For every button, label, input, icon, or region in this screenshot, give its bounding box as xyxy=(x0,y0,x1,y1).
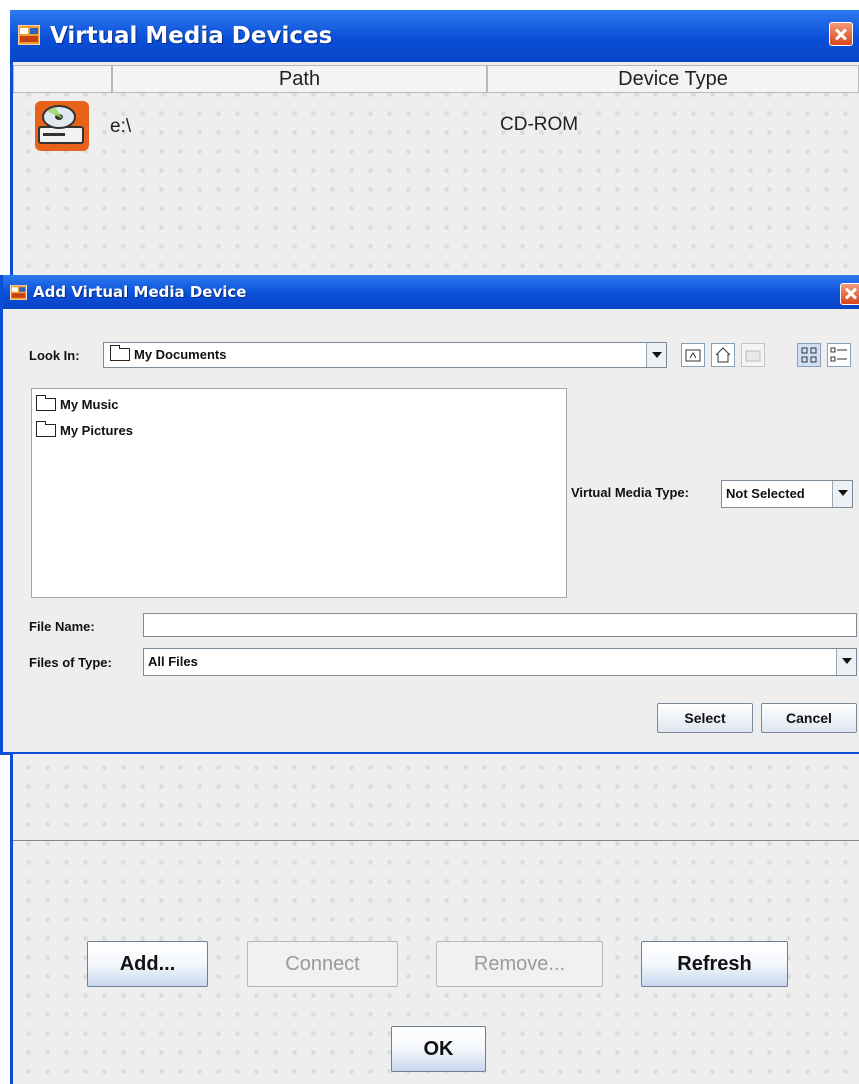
home-icon[interactable] xyxy=(711,343,735,367)
look-in-combo[interactable]: My Documents xyxy=(103,342,667,368)
file-name: My Music xyxy=(60,397,119,412)
virtual-media-type-value: Not Selected xyxy=(726,486,805,501)
add-button[interactable]: Add... xyxy=(87,941,208,987)
files-of-type-combo[interactable]: All Files xyxy=(143,648,857,676)
remove-button-label: Remove... xyxy=(473,953,566,975)
column-header-icon[interactable] xyxy=(13,65,112,93)
add-button-label: Add... xyxy=(119,953,176,975)
add-virtual-media-device-dialog: Add Virtual Media Device Look In: My Doc… xyxy=(0,275,859,755)
refresh-button[interactable]: Refresh xyxy=(641,941,788,987)
file-name-label: File Name: xyxy=(29,619,95,634)
separator xyxy=(13,840,859,841)
list-view-icon[interactable] xyxy=(797,343,821,367)
close-icon[interactable] xyxy=(829,22,853,46)
refresh-button-label: Refresh xyxy=(677,953,752,975)
details-view-icon[interactable] xyxy=(827,343,851,367)
window-title: Virtual Media Devices xyxy=(50,23,333,49)
virtual-media-type-combo[interactable]: Not Selected xyxy=(721,480,853,508)
chevron-down-icon[interactable] xyxy=(836,649,856,675)
device-type-cell: CD-ROM xyxy=(500,114,579,135)
look-in-label: Look In: xyxy=(29,348,80,363)
files-of-type-value: All Files xyxy=(148,654,198,669)
connect-button-label: Connect xyxy=(285,953,360,975)
cd-rom-drive-icon xyxy=(35,101,89,151)
cancel-button[interactable]: Cancel xyxy=(761,703,857,733)
chevron-down-icon[interactable] xyxy=(646,343,666,367)
folder-icon xyxy=(36,395,56,411)
dialog-titlebar[interactable]: Add Virtual Media Device xyxy=(3,275,859,309)
virtual-media-type-label: Virtual Media Type: xyxy=(571,485,689,500)
look-in-value: My Documents xyxy=(134,347,227,362)
up-one-level-icon[interactable] xyxy=(681,343,705,367)
file-name-field[interactable] xyxy=(143,613,857,637)
app-icon xyxy=(18,25,40,45)
folder-icon xyxy=(36,421,56,437)
path-cell: e:\ xyxy=(110,116,132,137)
device-table: Path Device Type e:\ CD-ROM xyxy=(13,62,859,288)
files-of-type-label: Files of Type: xyxy=(29,655,112,670)
connect-button[interactable]: Connect xyxy=(247,941,398,987)
select-button[interactable]: Select xyxy=(657,703,753,733)
ok-button-label: OK xyxy=(423,1038,454,1060)
chevron-down-icon[interactable] xyxy=(832,481,852,507)
main-titlebar[interactable]: Virtual Media Devices xyxy=(10,10,859,62)
dialog-title: Add Virtual Media Device xyxy=(33,283,247,301)
column-header-device-type[interactable]: Device Type xyxy=(487,65,859,93)
close-icon[interactable] xyxy=(840,283,859,305)
file-name: My Pictures xyxy=(60,423,133,438)
new-folder-icon[interactable] xyxy=(741,343,765,367)
ok-button[interactable]: OK xyxy=(391,1026,486,1072)
remove-button[interactable]: Remove... xyxy=(436,941,603,987)
list-item[interactable]: My Pictures xyxy=(36,421,133,438)
app-icon xyxy=(10,285,27,300)
file-list[interactable]: My Music My Pictures xyxy=(31,388,567,598)
list-item[interactable]: My Music xyxy=(36,395,119,412)
column-header-path[interactable]: Path xyxy=(112,65,487,93)
folder-icon xyxy=(110,345,130,361)
